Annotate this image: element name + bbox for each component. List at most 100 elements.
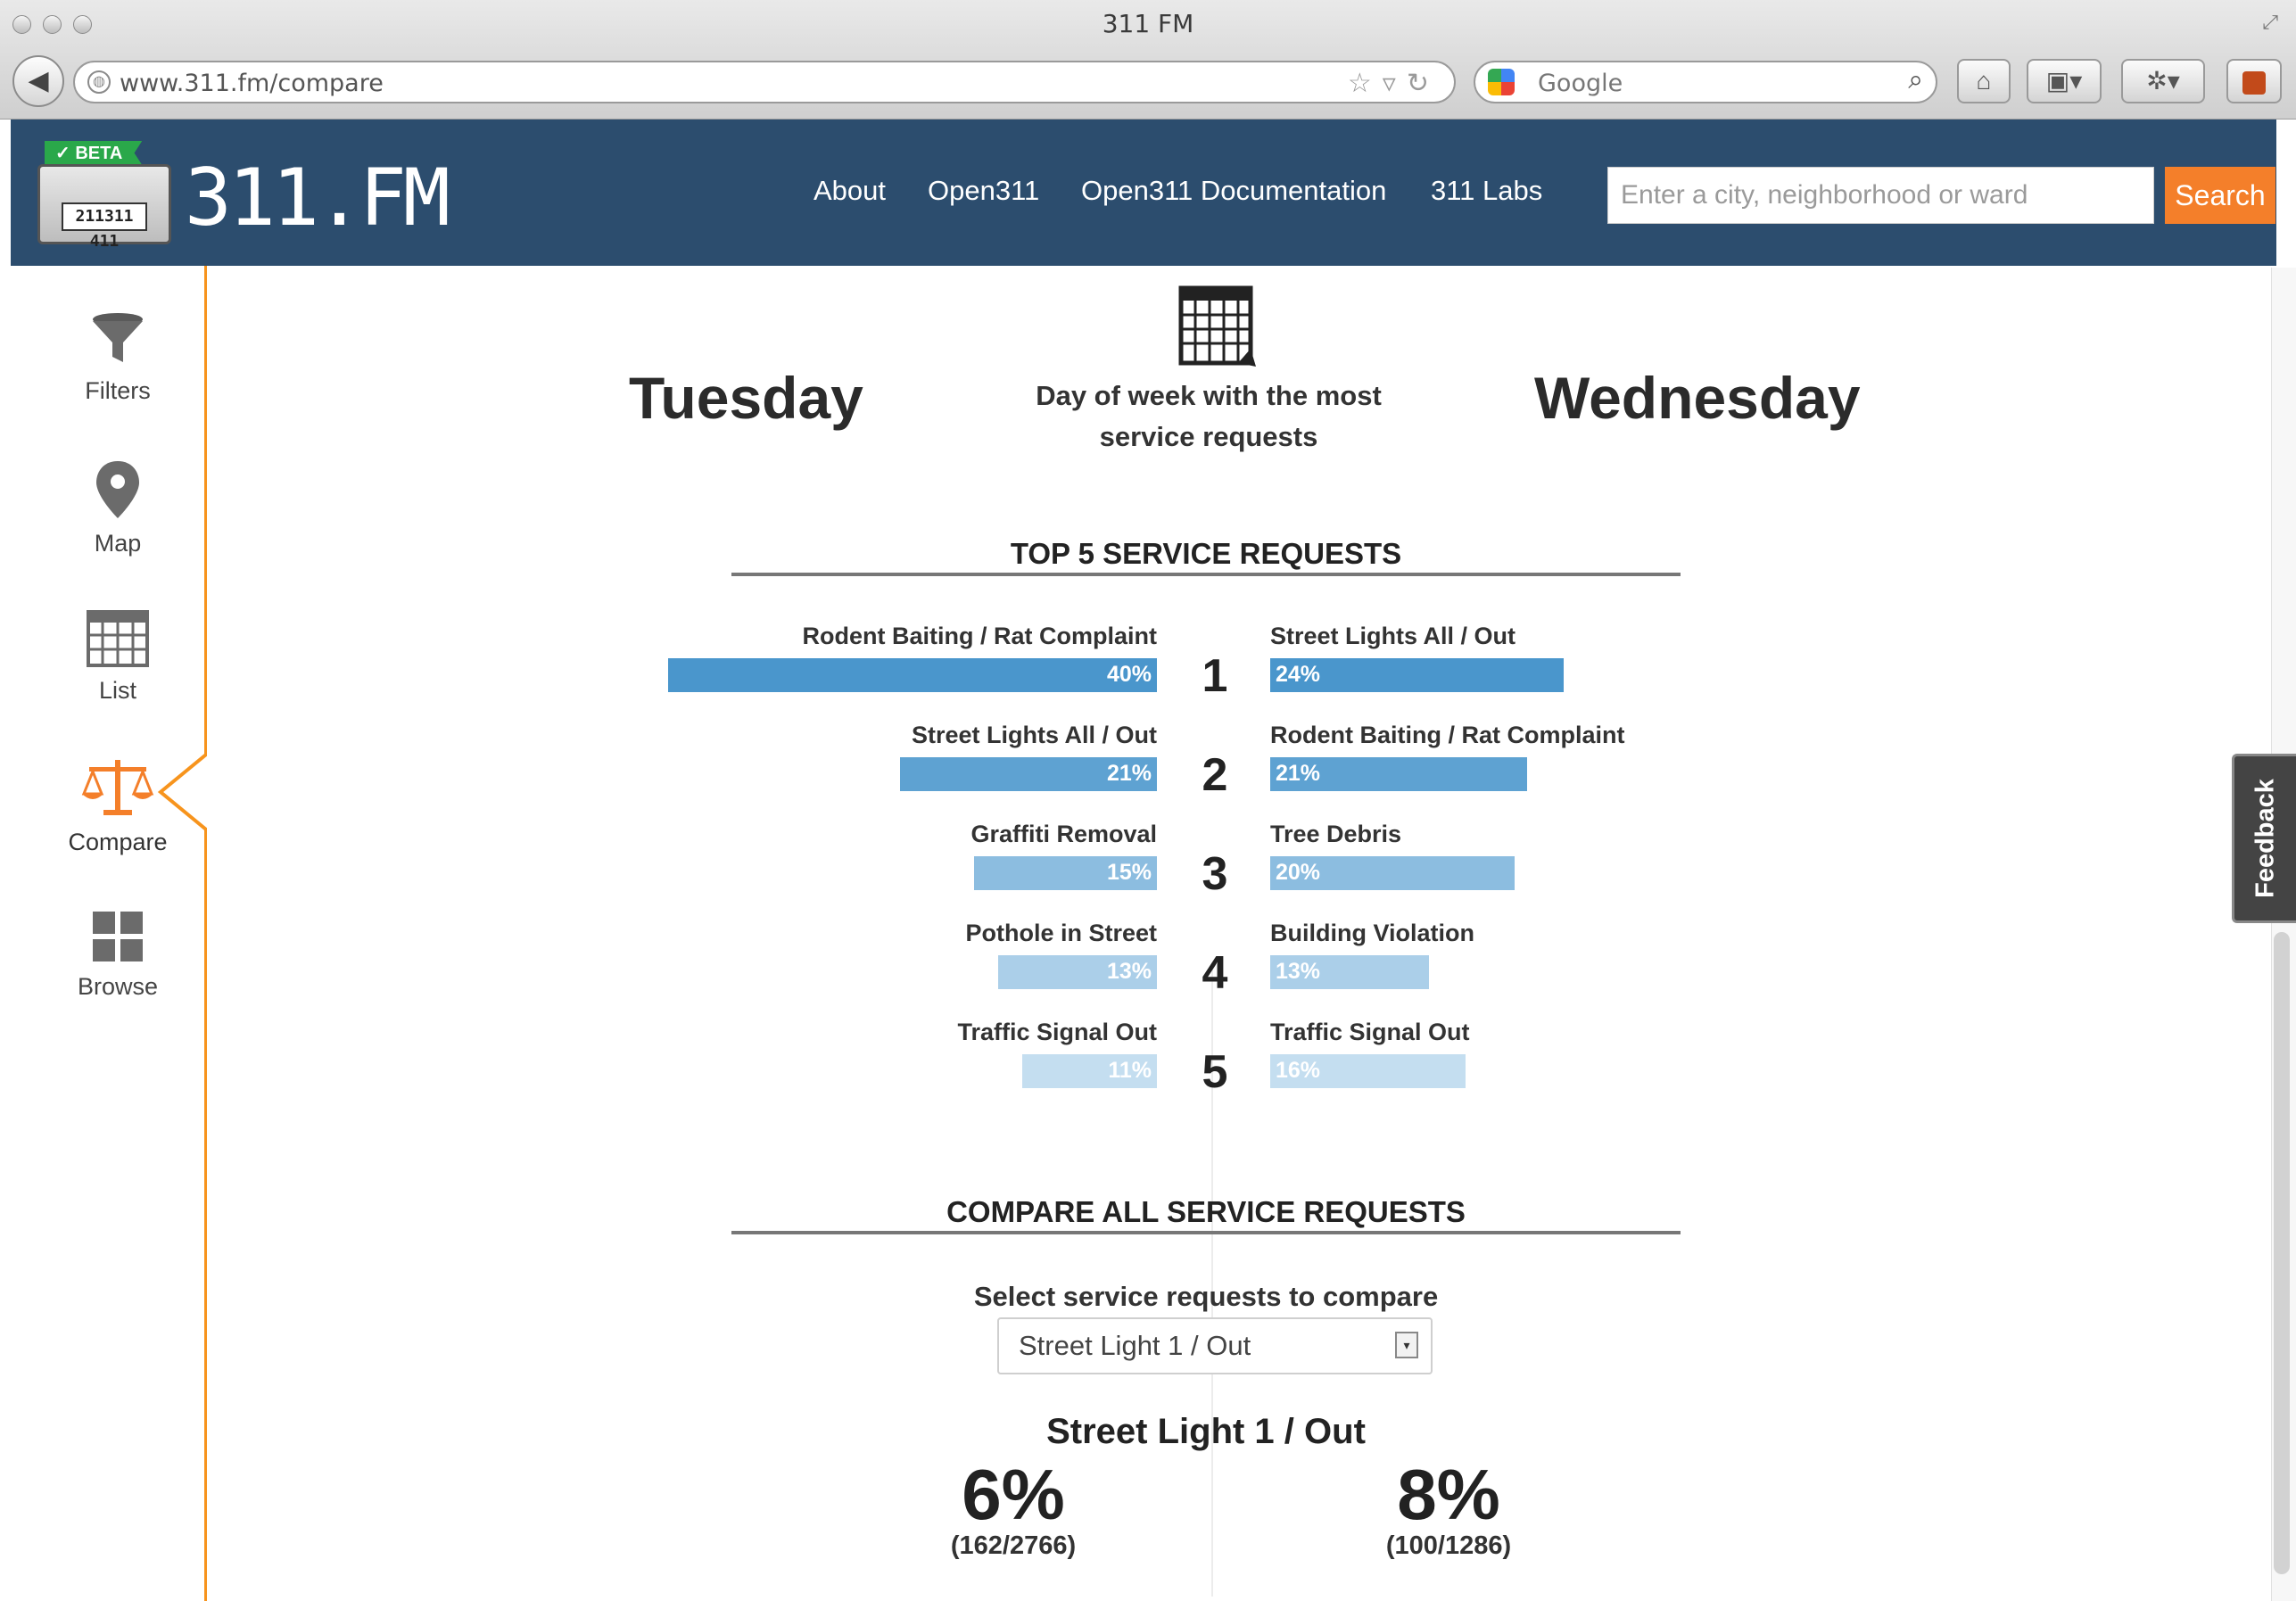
top5-title: TOP 5 SERVICE REQUESTS [1010,537,1402,570]
location-search-input[interactable] [1607,167,2154,224]
right-bar-pct: 16% [1276,1058,1321,1083]
nav-about[interactable]: About [814,175,886,207]
sidebar-item-label: Compare [68,829,168,855]
list-grid-icon [87,610,149,667]
day-description: Day of week with the most service reques… [1036,380,1382,452]
left-bar-pct: 40% [1106,662,1152,687]
left-bar-pct: 21% [1106,761,1152,786]
right-bar-pct: 21% [1276,761,1321,786]
nav-open311-documentation[interactable]: Open311 Documentation [1081,175,1386,207]
google-icon[interactable] [1488,69,1515,95]
right-bar: 21% [1270,757,1527,791]
url-text[interactable]: www.311.fm/compare [120,70,384,97]
left-bar: 13% [997,955,1157,989]
rank-number: 2 [1202,749,1228,801]
left-bar: 21% [900,757,1157,791]
home-button[interactable]: ⌂ [1957,59,2011,103]
left-day: Tuesday [629,365,863,431]
radio-display: 211311 411 [62,202,147,251]
fullscreen-icon[interactable]: ⤢ [2262,11,2278,34]
sidebar: Filters Map List Compare Browse [11,266,207,1601]
home-icon: ⌂ [1976,67,1992,95]
beta-badge: ✓ BETA [45,141,143,165]
search-engine-label: Google [1538,70,1623,97]
back-button[interactable]: ◀ [12,55,64,107]
sidebar-item-map[interactable]: Map [29,459,207,557]
search-button[interactable]: Search [2165,167,2275,224]
right-bar-label: Street Lights All / Out [1270,623,1516,649]
bookmarks-button[interactable]: ▣▾ [2027,59,2102,103]
selected-request-title: Street Light 1 / Out [1046,1412,1366,1451]
extension-button[interactable] [2226,59,2282,103]
site-header: ✓ BETA 211311 411 311.FM About Open311 O… [11,120,2276,266]
sidebar-item-label: Filters [85,377,151,404]
search-engine-bar[interactable]: Google ⌕ [1474,61,1937,103]
left-bar-label: Street Lights All / Out [911,722,1157,748]
window-title: 311 FM [1102,9,1194,38]
compare-all-divider [731,1231,1681,1234]
right-bar: 16% [1270,1054,1466,1088]
right-bar-pct: 13% [1276,959,1321,984]
left-bar-label: Traffic Signal Out [957,1019,1157,1045]
nav-open311[interactable]: Open311 [928,175,1039,207]
nav-311-labs[interactable]: 311 Labs [1431,175,1542,207]
select-label: Select service requests to compare [973,1281,1439,1312]
right-day: Wednesday [1534,365,1861,431]
top5-divider [731,573,1681,576]
dropdown-icon[interactable]: ▿ [1383,69,1407,98]
left-bar-label: Graffiti Removal [970,821,1157,847]
right-bar-pct: 20% [1276,860,1321,885]
back-icon: ◀ [28,66,49,95]
service-request-select[interactable]: Street Light 1 / Out ▾ [997,1317,1433,1374]
left-fraction: (162/2766) [950,1531,1077,1560]
rank-number: 5 [1202,1046,1228,1098]
addons-icon: ✲▾ [2146,67,2180,95]
left-bar: 11% [1022,1054,1157,1088]
scrollbar-thumb[interactable] [2274,932,2290,1574]
right-bar-label: Tree Debris [1270,821,1402,847]
left-bar-label: Rodent Baiting / Rat Complaint [802,623,1158,649]
feedback-tab[interactable]: Feedback [2232,754,2296,923]
url-bar[interactable]: ◍ www.311.fm/compare ☆▿↻ [73,61,1456,103]
left-bar-pct: 11% [1108,1058,1152,1083]
rank-number: 4 [1202,947,1228,999]
sidebar-item-label: Map [94,530,142,557]
right-bar-label: Rodent Baiting / Rat Complaint [1270,722,1625,748]
left-bar: 15% [973,856,1157,890]
right-bar: 20% [1270,856,1515,890]
left-bar-pct: 15% [1106,860,1152,885]
rank-number: 3 [1202,848,1228,900]
map-pin-icon [96,461,139,518]
reload-icon[interactable]: ↻ [1407,69,1440,98]
right-bar: 24% [1270,658,1564,692]
sidebar-item-browse[interactable]: Browse [29,910,207,1001]
browse-tiles-icon [93,912,143,961]
sidebar-item-filters[interactable]: Filters [29,310,207,405]
right-bar-label: Traffic Signal Out [1270,1019,1470,1045]
globe-icon: ◍ [87,70,111,94]
sidebar-item-compare[interactable]: Compare [29,756,207,856]
right-bar: 13% [1270,955,1430,989]
rank-number: 1 [1202,650,1228,702]
extension-icon [2242,70,2266,95]
scale-icon [81,760,154,815]
calendar-icon [1178,285,1256,367]
left-bar-label: Pothole in Street [965,920,1157,946]
sidebar-item-label: List [98,677,137,704]
radio-logo-icon[interactable]: 211311 411 [37,164,171,251]
site-logo[interactable]: 311.FM [185,152,450,243]
chevron-down-icon[interactable]: ▾ [1395,1332,1418,1358]
addons-button[interactable]: ✲▾ [2121,59,2205,103]
select-value: Street Light 1 / Out [1019,1330,1251,1361]
compare-all-title: COMPARE ALL SERVICE REQUESTS [946,1195,1466,1228]
feedback-label: Feedback [2251,779,2279,898]
bookmarks-icon: ▣▾ [2045,67,2083,95]
sidebar-item-label: Browse [77,973,159,1000]
right-bar-label: Building Violation [1270,920,1474,946]
left-percentage: 6% [962,1455,1065,1534]
star-icon[interactable]: ☆ [1348,69,1383,98]
right-bar-pct: 24% [1276,662,1321,687]
sidebar-item-list[interactable]: List [29,610,207,705]
browser-chrome: 311 FM ⤢ ◀ ◍ www.311.fm/compare ☆▿↻ Goog… [0,0,2296,120]
search-icon[interactable]: ⌕ [1908,65,1923,95]
